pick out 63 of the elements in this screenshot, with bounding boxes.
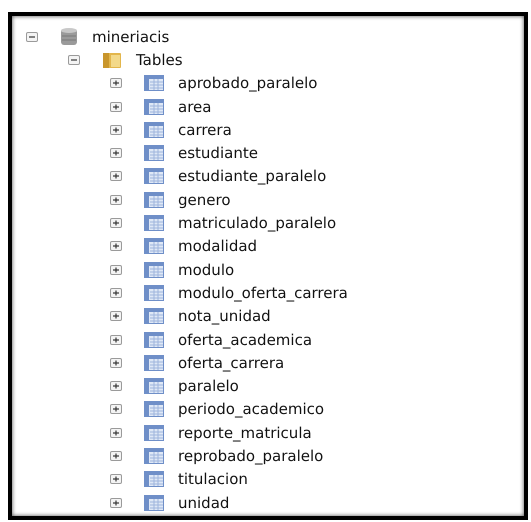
folder-name[interactable]: Tables: [136, 50, 183, 69]
table-icon: [144, 354, 164, 371]
table-name[interactable]: carrera: [178, 120, 232, 139]
expand-icon[interactable]: [110, 311, 122, 322]
expand-icon[interactable]: [110, 404, 122, 414]
table-name[interactable]: reprobado_paralelo: [178, 446, 324, 465]
table-icon: [144, 75, 164, 92]
table-name[interactable]: oferta_carrera: [178, 354, 284, 372]
table-name[interactable]: genero: [178, 190, 230, 209]
table-name[interactable]: estudiante: [178, 144, 258, 162]
expand-icon[interactable]: [110, 218, 122, 228]
table-icon: [144, 471, 164, 488]
table-icon: [144, 168, 164, 184]
table-icon: [144, 192, 164, 208]
collapse-icon[interactable]: [68, 54, 80, 65]
table-icon: [144, 238, 164, 254]
expand-icon[interactable]: [110, 288, 122, 298]
table-name[interactable]: nota_unidad: [178, 307, 271, 326]
table-icon: [144, 145, 164, 162]
table-name[interactable]: titulacion: [178, 470, 248, 488]
table-name[interactable]: periodo_academico: [178, 400, 324, 418]
expand-icon[interactable]: [110, 264, 122, 275]
table-icon: [144, 308, 164, 324]
database-icon: [60, 26, 78, 47]
expand-icon[interactable]: [110, 241, 122, 252]
expand-icon[interactable]: [110, 124, 122, 135]
table-name[interactable]: modulo_oferta_carrera: [178, 284, 348, 302]
expand-icon[interactable]: [110, 102, 122, 112]
table-icon: [144, 262, 164, 278]
database-name[interactable]: mineriacis: [92, 28, 170, 46]
expand-icon[interactable]: [110, 381, 122, 392]
collapse-icon[interactable]: [26, 32, 38, 42]
table-icon: [144, 448, 164, 464]
table-name[interactable]: matriculado_paralelo: [178, 214, 336, 232]
expand-icon[interactable]: [110, 194, 122, 205]
expand-icon[interactable]: [110, 498, 122, 508]
expand-icon[interactable]: [110, 450, 122, 461]
expand-icon[interactable]: [110, 474, 122, 484]
table-name[interactable]: area: [178, 98, 212, 116]
table-name[interactable]: modulo: [178, 260, 234, 279]
expand-icon[interactable]: [110, 148, 122, 158]
expand-icon[interactable]: [110, 428, 122, 438]
table-name[interactable]: modalidad: [178, 237, 258, 256]
table-icon: [144, 424, 164, 441]
table-name[interactable]: estudiante_paralelo: [178, 167, 326, 186]
table-name[interactable]: reporte_matricula: [178, 424, 312, 442]
table-icon: [144, 98, 164, 115]
expand-icon[interactable]: [110, 358, 122, 368]
table-name[interactable]: unidad: [178, 494, 230, 512]
table-icon: [144, 401, 164, 418]
table-icon: [144, 284, 164, 301]
expand-icon[interactable]: [110, 78, 122, 88]
table-icon: [144, 122, 164, 138]
expand-icon[interactable]: [110, 171, 122, 182]
folder-icon: [102, 50, 122, 69]
table-icon: [144, 332, 164, 348]
expand-icon[interactable]: [110, 334, 122, 344]
table-name[interactable]: paralelo: [178, 377, 239, 396]
table-icon: [144, 494, 164, 511]
table-name[interactable]: aprobado_paralelo: [178, 74, 318, 92]
table-icon: [144, 378, 164, 394]
table-icon: [144, 215, 164, 232]
table-name[interactable]: oferta_academica: [178, 330, 312, 348]
